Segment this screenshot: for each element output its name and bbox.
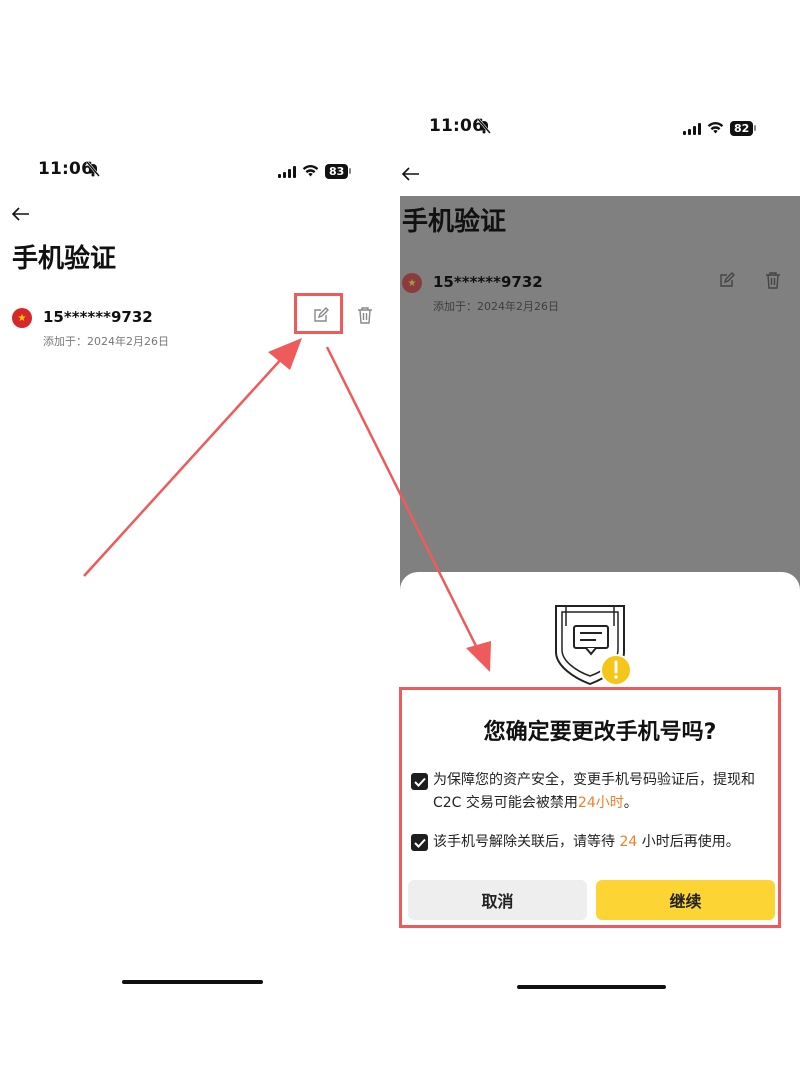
annotation-arrows <box>83 338 491 672</box>
arrow-to-dialog <box>325 346 491 672</box>
arrow-to-edit <box>83 338 302 577</box>
